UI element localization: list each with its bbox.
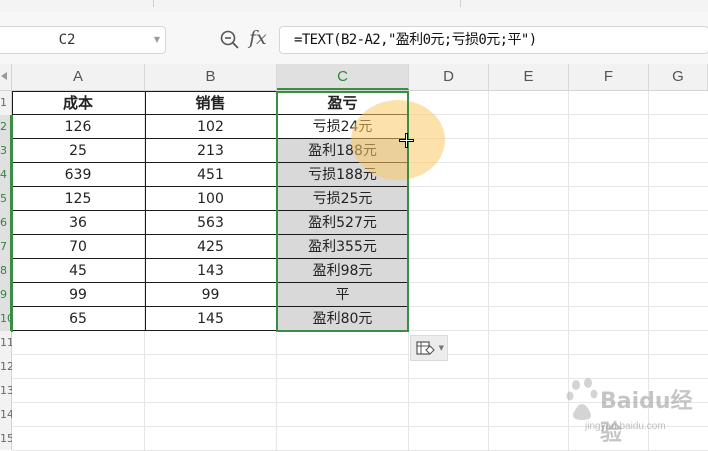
- data-cell[interactable]: 639: [12, 163, 144, 187]
- data-cell[interactable]: 143: [145, 259, 276, 283]
- name-box-value: C2: [58, 32, 76, 48]
- name-box[interactable]: C2 ▼: [0, 26, 166, 54]
- data-cell[interactable]: 亏损25元: [277, 187, 408, 211]
- row-selection-indicator: [11, 115, 13, 332]
- row-header-15[interactable]: 15: [0, 427, 12, 451]
- quick-analysis-icon: [416, 341, 435, 355]
- data-cell[interactable]: 125: [12, 187, 144, 211]
- table-border: [12, 210, 409, 211]
- row-header-12[interactable]: 12: [0, 355, 12, 379]
- table-border: [12, 114, 409, 115]
- column-header-f[interactable]: F: [569, 64, 649, 90]
- table-border: [12, 306, 409, 307]
- select-all-corner[interactable]: [0, 64, 12, 90]
- formula-input[interactable]: =TEXT(B2-A2,"盈利0元;亏损0元;平"): [279, 26, 708, 54]
- data-cell[interactable]: 65: [12, 307, 144, 331]
- data-cell[interactable]: 100: [145, 187, 276, 211]
- column-header-d[interactable]: D: [409, 64, 489, 90]
- zoom-icon[interactable]: [219, 29, 241, 51]
- data-cell[interactable]: 213: [145, 139, 276, 163]
- table-border: [277, 91, 278, 331]
- data-cell[interactable]: 70: [12, 235, 144, 259]
- quick-analysis-button[interactable]: ▼: [410, 335, 448, 361]
- header-cell[interactable]: 销售: [145, 91, 276, 115]
- row-header-14[interactable]: 14: [0, 403, 12, 427]
- chevron-down-icon[interactable]: ▼: [154, 35, 160, 44]
- header-cell[interactable]: 成本: [12, 91, 144, 115]
- gridline: [488, 91, 489, 450]
- data-cell[interactable]: 102: [145, 115, 276, 139]
- formula-text: =TEXT(B2-A2,"盈利0元;亏损0元;平"): [294, 32, 537, 48]
- column-header-e[interactable]: E: [489, 64, 569, 90]
- data-cell[interactable]: 45: [12, 259, 144, 283]
- data-cell[interactable]: 盈利355元: [277, 235, 408, 259]
- watermark-subtext: jingyan.baidu.com: [585, 421, 666, 432]
- data-cell[interactable]: 126: [12, 115, 144, 139]
- fill-cross-cursor-icon: [399, 133, 414, 148]
- data-cell[interactable]: 99: [145, 283, 276, 307]
- chevron-down-icon: ▼: [438, 344, 444, 352]
- data-cell[interactable]: 563: [145, 211, 276, 235]
- data-cell[interactable]: 平: [277, 283, 408, 307]
- table-border: [145, 91, 146, 331]
- data-cell[interactable]: 99: [12, 283, 144, 307]
- column-header-b[interactable]: B: [145, 64, 277, 90]
- data-cell[interactable]: 25: [12, 139, 144, 163]
- gridline: [12, 354, 708, 355]
- data-cell[interactable]: 36: [12, 211, 144, 235]
- cursor-highlight: [351, 100, 445, 180]
- row-header-13[interactable]: 13: [0, 379, 12, 403]
- table-border: [12, 330, 409, 331]
- table-border: [12, 186, 409, 187]
- table-border: [12, 258, 409, 259]
- table-border: [12, 234, 409, 235]
- data-cell[interactable]: 盈利98元: [277, 259, 408, 283]
- row-header-11[interactable]: 11: [0, 331, 12, 355]
- column-header-a[interactable]: A: [12, 64, 145, 90]
- data-cell[interactable]: 盈利80元: [277, 307, 408, 331]
- table-border: [12, 282, 409, 283]
- data-cell[interactable]: 145: [145, 307, 276, 331]
- toolbar-separator: [153, 0, 154, 7]
- column-header-row: ABCDEFG: [0, 64, 708, 91]
- data-cell[interactable]: 425: [145, 235, 276, 259]
- table-border: [12, 138, 409, 139]
- data-cell[interactable]: 451: [145, 163, 276, 187]
- row-header-1[interactable]: 1: [0, 91, 12, 115]
- table-border: [12, 91, 409, 92]
- column-header-g[interactable]: G: [649, 64, 708, 90]
- toolbar-separator: [460, 0, 461, 7]
- watermark-text: Baidu经验: [600, 389, 693, 446]
- fx-icon[interactable]: fx: [249, 27, 267, 49]
- data-cell[interactable]: 盈利527元: [277, 211, 408, 235]
- column-header-c[interactable]: C: [277, 64, 409, 90]
- table-border: [12, 162, 409, 163]
